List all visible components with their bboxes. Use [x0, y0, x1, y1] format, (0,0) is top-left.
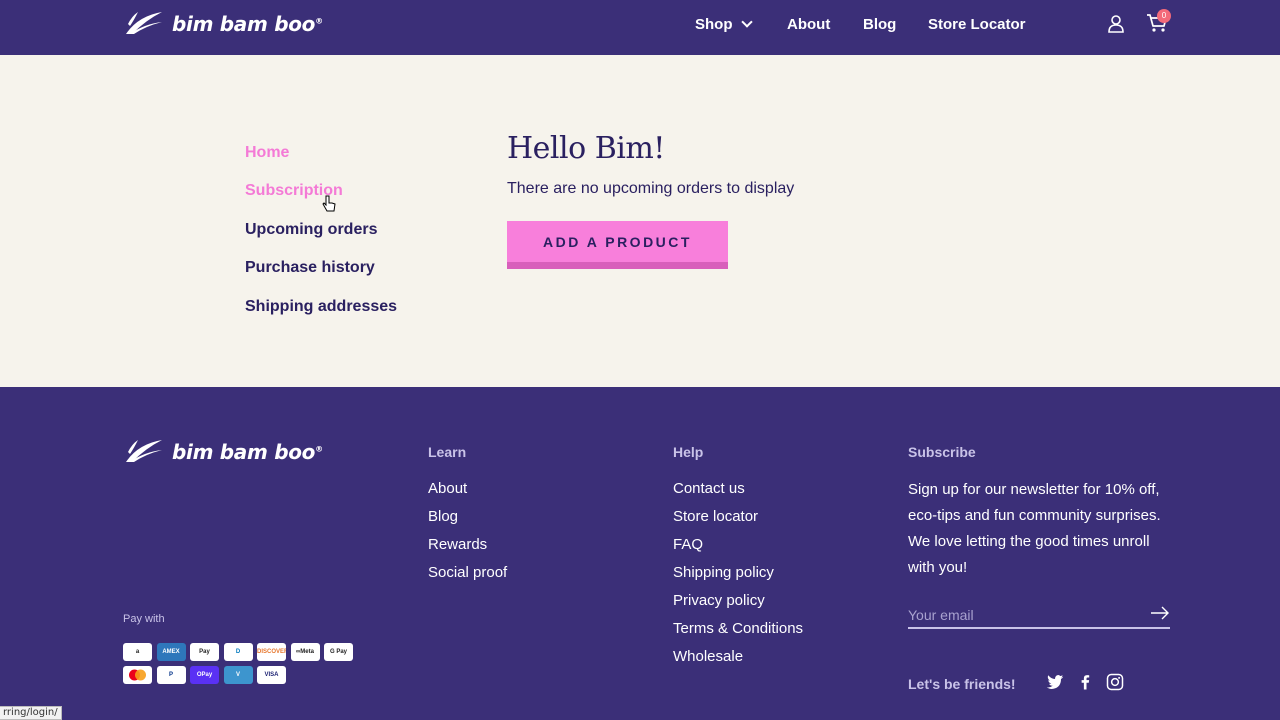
- footer-link-store-locator[interactable]: Store locator: [673, 508, 758, 525]
- account-main: Home Subscription Upcoming orders Purcha…: [0, 55, 1280, 387]
- twitter-icon[interactable]: [1046, 673, 1064, 691]
- apple-pay-icon: Pay: [190, 643, 219, 661]
- sidebar-item-shipping-addresses[interactable]: Shipping addresses: [245, 298, 397, 316]
- brand-name: bim bam boo®: [172, 12, 323, 36]
- bamboo-leaf-logo-icon: [126, 12, 162, 34]
- newsletter-description: Sign up for our newsletter for 10% off, …: [908, 481, 1161, 576]
- google-pay-icon: G Pay: [324, 643, 353, 661]
- footer-link-social-proof[interactable]: Social proof: [428, 564, 507, 581]
- nav-blog[interactable]: Blog: [863, 16, 896, 33]
- brand-name: bim bam boo®: [172, 440, 323, 464]
- sidebar-item-upcoming-orders[interactable]: Upcoming orders: [245, 221, 377, 239]
- shop-pay-icon: OPay: [190, 666, 219, 684]
- footer-logo[interactable]: bim bam boo®: [124, 438, 323, 466]
- cart-count-badge: 0: [1157, 9, 1171, 23]
- footer-link-blog[interactable]: Blog: [428, 508, 458, 525]
- pay-with-label: Pay with: [123, 613, 165, 625]
- chevron-down-icon: [740, 16, 753, 28]
- sidebar-item-home[interactable]: Home: [245, 144, 289, 162]
- footer-link-contact-us[interactable]: Contact us: [673, 480, 745, 497]
- nav-shop-label: Shop: [695, 16, 733, 33]
- instagram-icon[interactable]: [1106, 673, 1124, 691]
- social-label: Let's be friends!: [908, 676, 1016, 692]
- meta-pay-icon: ∞Meta: [290, 643, 320, 661]
- browser-status-url: rring/login/: [0, 706, 62, 720]
- hand-pointer-cursor-icon: [322, 195, 336, 212]
- facebook-icon[interactable]: [1076, 673, 1094, 691]
- header-logo[interactable]: bim bam boo®: [124, 10, 323, 38]
- footer-learn-title: Learn: [428, 444, 467, 460]
- diners-club-icon: D: [223, 643, 253, 661]
- nav-about[interactable]: About: [787, 16, 830, 33]
- amazon-pay-icon: a: [123, 643, 152, 661]
- user-icon[interactable]: [1106, 14, 1126, 34]
- arrow-right-icon[interactable]: [1150, 606, 1170, 620]
- footer-help-title: Help: [673, 444, 704, 460]
- footer-link-rewards[interactable]: Rewards: [428, 536, 487, 553]
- newsletter-email-input[interactable]: [908, 603, 1170, 629]
- add-product-button[interactable]: ADD A PRODUCT: [507, 221, 728, 269]
- empty-orders-message: There are no upcoming orders to display: [507, 180, 795, 197]
- nav-store-locator[interactable]: Store Locator: [928, 16, 1026, 33]
- visa-icon: VISA: [257, 666, 286, 684]
- amex-icon: AMEX: [156, 643, 186, 661]
- nav-shop[interactable]: Shop: [695, 16, 753, 33]
- mastercard-icon: [123, 666, 152, 684]
- discover-icon: DISCOVER: [257, 643, 286, 661]
- footer-link-faq[interactable]: FAQ: [673, 536, 703, 553]
- footer-link-privacy-policy[interactable]: Privacy policy: [673, 592, 765, 609]
- footer-link-terms[interactable]: Terms & Conditions: [673, 620, 803, 637]
- venmo-icon: V: [223, 666, 253, 684]
- paypal-icon: P: [156, 666, 186, 684]
- site-header: bim bam boo® Shop About Blog Store Locat…: [0, 0, 1280, 55]
- sidebar-item-purchase-history[interactable]: Purchase history: [245, 259, 375, 277]
- footer-subscribe-title: Subscribe: [908, 444, 976, 460]
- page-title: Hello Bim!: [507, 131, 665, 166]
- footer-link-about[interactable]: About: [428, 480, 467, 497]
- footer-link-shipping-policy[interactable]: Shipping policy: [673, 564, 774, 581]
- bamboo-leaf-logo-icon: [126, 440, 162, 462]
- footer-link-wholesale[interactable]: Wholesale: [673, 648, 743, 665]
- site-footer: bim bam boo® Learn About Blog Rewards So…: [0, 387, 1280, 720]
